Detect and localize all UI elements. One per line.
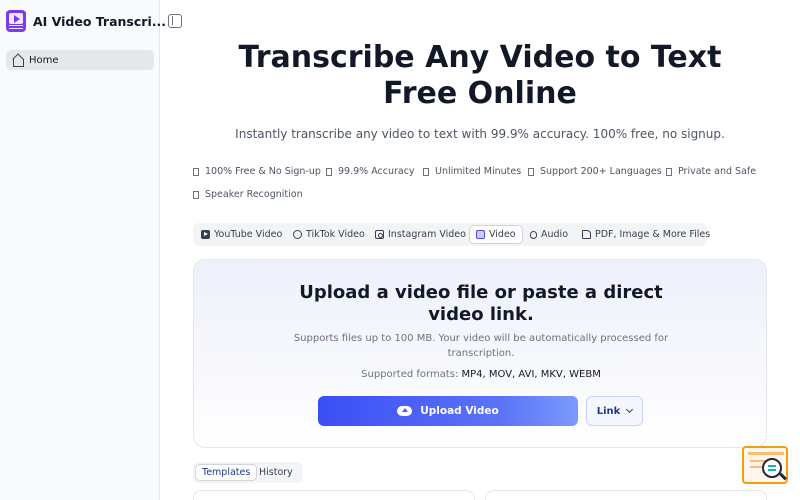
feature-item: Private and Safe [666, 166, 756, 177]
sidebar: AI Video Transcri... Home [0, 0, 166, 500]
feature-item: Support 200+ Languages [528, 166, 662, 177]
page-title-line1: Transcribe Any Video to Text [238, 40, 722, 75]
upload-description: Supports files up to 100 MB. Your video … [274, 331, 688, 361]
check-icon [528, 167, 534, 176]
upload-title-line1: Upload a video file or paste a direct [299, 282, 663, 303]
app-name: AI Video Transcri... [33, 13, 166, 29]
page-title: Transcribe Any Video to Text Free Online [160, 40, 800, 112]
upload-title: Upload a video file or paste a direct vi… [194, 282, 768, 326]
sidebar-item-home[interactable]: Home [6, 50, 154, 70]
floating-help-widget[interactable] [742, 446, 788, 486]
chevron-down-icon [626, 405, 634, 414]
tiktok-icon [293, 230, 302, 239]
feature-item: 99.9% Accuracy [326, 166, 415, 177]
audio-icon [530, 230, 537, 239]
upload-description-line1: Supports files up to 100 MB. Your video … [293, 333, 669, 344]
instagram-icon [375, 230, 384, 239]
file-icon [582, 230, 591, 239]
upload-video-button[interactable]: Upload Video [318, 396, 578, 426]
upload-video-label: Upload Video [420, 405, 499, 417]
template-card[interactable] [485, 490, 767, 500]
main-content: Transcribe Any Video to Text Free Online… [160, 0, 800, 500]
home-icon [12, 55, 24, 67]
check-icon [193, 167, 199, 176]
bottom-tabs: Templates History [193, 462, 303, 483]
template-card[interactable] [193, 490, 475, 500]
page-subtitle: Instantly transcribe any video to text w… [235, 127, 725, 141]
link-dropdown-button[interactable]: Link [586, 396, 643, 426]
tab-instagram-video[interactable]: Instagram Video [369, 225, 472, 244]
brand[interactable]: AI Video Transcri... [6, 10, 166, 32]
tab-video[interactable]: Video [469, 225, 523, 244]
check-icon [326, 167, 332, 176]
formats-label: Supported formats: [361, 369, 462, 380]
link-label: Link [596, 405, 621, 417]
upload-card[interactable]: Upload a video file or paste a direct vi… [193, 259, 767, 448]
tab-audio[interactable]: Audio [524, 225, 574, 244]
tab-history[interactable]: History [253, 464, 299, 481]
check-icon [193, 190, 199, 199]
video-logo-icon [6, 10, 26, 32]
tab-pdf-image-files[interactable]: PDF, Image & More Files [576, 225, 716, 244]
feature-item: Unlimited Minutes [423, 166, 521, 177]
sidebar-item-label: Home [29, 54, 59, 66]
check-icon [666, 167, 672, 176]
tab-templates[interactable]: Templates [195, 464, 258, 481]
formats-list: MP4, MOV, AVI, MKV, WEBM [461, 369, 601, 380]
cloud-upload-icon [397, 406, 413, 416]
tab-youtube-video[interactable]: YouTube Video [195, 225, 288, 244]
feature-item: 100% Free & No Sign-up [193, 166, 321, 177]
page-title-line2: Free Online [383, 76, 577, 111]
upload-description-line2: transcription. [447, 348, 515, 359]
upload-title-line2: video link. [428, 304, 534, 325]
tab-tiktok-video[interactable]: TikTok Video [287, 225, 371, 244]
youtube-icon [201, 230, 210, 239]
video-icon [476, 230, 485, 239]
source-tabs: YouTube Video TikTok Video Instagram Vid… [193, 223, 710, 246]
check-icon [423, 167, 429, 176]
supported-formats: Supported formats: MP4, MOV, AVI, MKV, W… [194, 369, 768, 380]
feature-item: Speaker Recognition [193, 189, 303, 200]
